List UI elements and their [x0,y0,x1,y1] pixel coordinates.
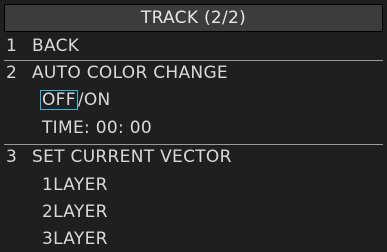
menu-item-auto-color-change[interactable]: 2 AUTO COLOR CHANGE [4,61,383,85]
menu-item-number: 2 [6,63,18,83]
menu-item-label: SET CURRENT VECTOR [32,147,232,167]
layer-label: 1LAYER [42,175,108,195]
layer-option-1[interactable]: 1LAYER [4,173,383,197]
menu-item-label: BACK [32,36,80,56]
option-off[interactable]: OFF [40,90,78,110]
menu-item-label: AUTO COLOR CHANGE [32,63,228,83]
menu-item-number: 1 [6,36,18,56]
layer-option-3[interactable]: 3LAYER [4,227,383,251]
menu-item-back[interactable]: 1 BACK [4,34,383,58]
layer-option-2[interactable]: 2LAYER [4,200,383,224]
option-on[interactable]: ON [84,90,111,110]
menu-item-number: 3 [6,147,18,167]
layer-label: 2LAYER [42,202,108,222]
menu-item-set-current-vector[interactable]: 3 SET CURRENT VECTOR [4,145,383,169]
time-value: TIME: 00: 00 [42,118,152,138]
layer-label: 3LAYER [42,229,108,249]
auto-color-change-toggle: OFF/ON [4,88,383,112]
auto-color-change-time[interactable]: TIME: 00: 00 [4,116,383,140]
track-menu: TRACK (2/2) 1 BACK 2 AUTO COLOR CHANGE O… [0,0,387,252]
menu-title: TRACK (2/2) [4,4,383,32]
